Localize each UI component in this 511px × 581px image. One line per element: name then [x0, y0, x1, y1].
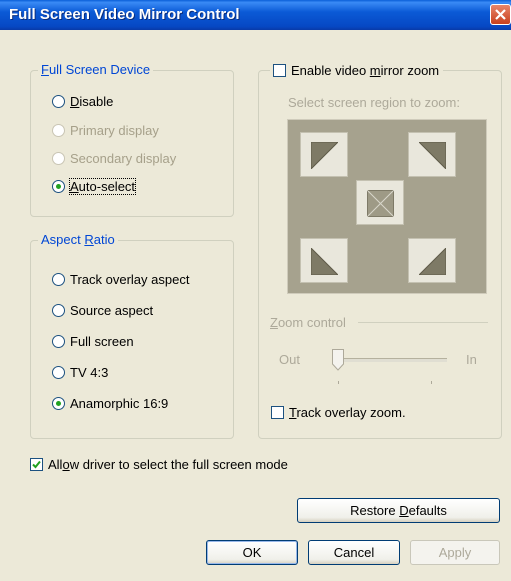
center-zoom-icon — [367, 190, 394, 217]
apply-button[interactable]: Apply — [410, 540, 500, 565]
close-icon — [495, 9, 506, 20]
track-overlay-zoom-label: Track overlay zoom. — [289, 405, 406, 420]
radio-label: Primary display — [70, 123, 159, 138]
zoom-top-right-button[interactable] — [408, 132, 456, 177]
radio-tv-4-3[interactable]: TV 4:3 — [52, 365, 108, 380]
radio-indicator — [52, 335, 65, 348]
zoom-slider-thumb[interactable] — [332, 349, 344, 371]
zoom-control-label: Zoom control — [270, 315, 346, 330]
arrow-bottom-left-icon — [311, 248, 338, 275]
arrow-bottom-right-icon — [419, 248, 446, 275]
ok-button[interactable]: OK — [206, 540, 298, 565]
cancel-button[interactable]: Cancel — [308, 540, 400, 565]
radio-label: Secondary display — [70, 151, 177, 166]
zoom-bottom-left-button[interactable] — [300, 238, 348, 283]
zoom-control-divider — [358, 322, 488, 323]
zoom-slider-track[interactable] — [332, 358, 447, 362]
aspect-ratio-label: Aspect Ratio — [38, 232, 118, 247]
restore-defaults-button[interactable]: Restore Defaults — [297, 498, 500, 523]
radio-track-overlay-aspect[interactable]: Track overlay aspect — [52, 272, 189, 287]
allow-driver-label: Allow driver to select the full screen m… — [48, 457, 288, 472]
track-overlay-zoom-checkbox[interactable]: Track overlay zoom. — [271, 405, 406, 420]
slider-tick — [338, 381, 339, 384]
enable-zoom-label: Enable video mirror zoom — [291, 63, 440, 78]
radio-label: Full screen — [70, 334, 134, 349]
full-screen-device-group: Full Screen Device — [30, 62, 234, 217]
radio-auto-select[interactable]: Auto-select — [52, 178, 137, 195]
radio-full-screen[interactable]: Full screen — [52, 334, 134, 349]
radio-indicator — [52, 304, 65, 317]
radio-label: TV 4:3 — [70, 365, 109, 380]
allow-driver-checkbox[interactable]: Allow driver to select the full screen m… — [30, 457, 288, 472]
radio-indicator — [52, 366, 65, 379]
radio-label: Source aspect — [70, 303, 154, 318]
radio-primary-display[interactable]: Primary display — [52, 123, 159, 138]
checkbox-indicator — [273, 64, 286, 77]
radio-indicator — [52, 397, 65, 410]
radio-indicator — [52, 124, 65, 137]
select-region-label: Select screen region to zoom: — [288, 95, 460, 110]
zoom-center-button[interactable] — [356, 180, 404, 225]
window-title: Full Screen Video Mirror Control — [9, 6, 240, 23]
radio-indicator — [52, 273, 65, 286]
radio-disable[interactable]: Disable — [52, 94, 113, 109]
radio-label: Anamorphic 16:9 — [70, 396, 169, 411]
slider-out-label: Out — [279, 352, 300, 367]
radio-indicator — [52, 95, 65, 108]
zoom-region-selector[interactable] — [287, 119, 487, 294]
radio-source-aspect[interactable]: Source aspect — [52, 303, 153, 318]
arrow-top-right-icon — [419, 142, 446, 169]
full-screen-device-label: Full Screen Device — [38, 62, 154, 77]
radio-anamorphic-16-9[interactable]: Anamorphic 16:9 — [52, 396, 168, 411]
enable-zoom-checkbox[interactable]: Enable video mirror zoom — [270, 63, 444, 78]
radio-indicator — [52, 180, 65, 193]
radio-secondary-display[interactable]: Secondary display — [52, 151, 176, 166]
slider-tick — [431, 381, 432, 384]
title-bar: Full Screen Video Mirror Control — [0, 0, 511, 30]
arrow-top-left-icon — [311, 142, 338, 169]
radio-indicator — [52, 152, 65, 165]
radio-label: Track overlay aspect — [70, 272, 190, 287]
radio-label: Disable — [70, 94, 114, 109]
close-button[interactable] — [490, 4, 511, 25]
zoom-top-left-button[interactable] — [300, 132, 348, 177]
checkbox-indicator — [271, 406, 284, 419]
checkmark-icon — [32, 460, 41, 469]
checkbox-indicator — [30, 458, 43, 471]
zoom-bottom-right-button[interactable] — [408, 238, 456, 283]
radio-label: Auto-select — [68, 178, 137, 195]
slider-in-label: In — [466, 352, 477, 367]
